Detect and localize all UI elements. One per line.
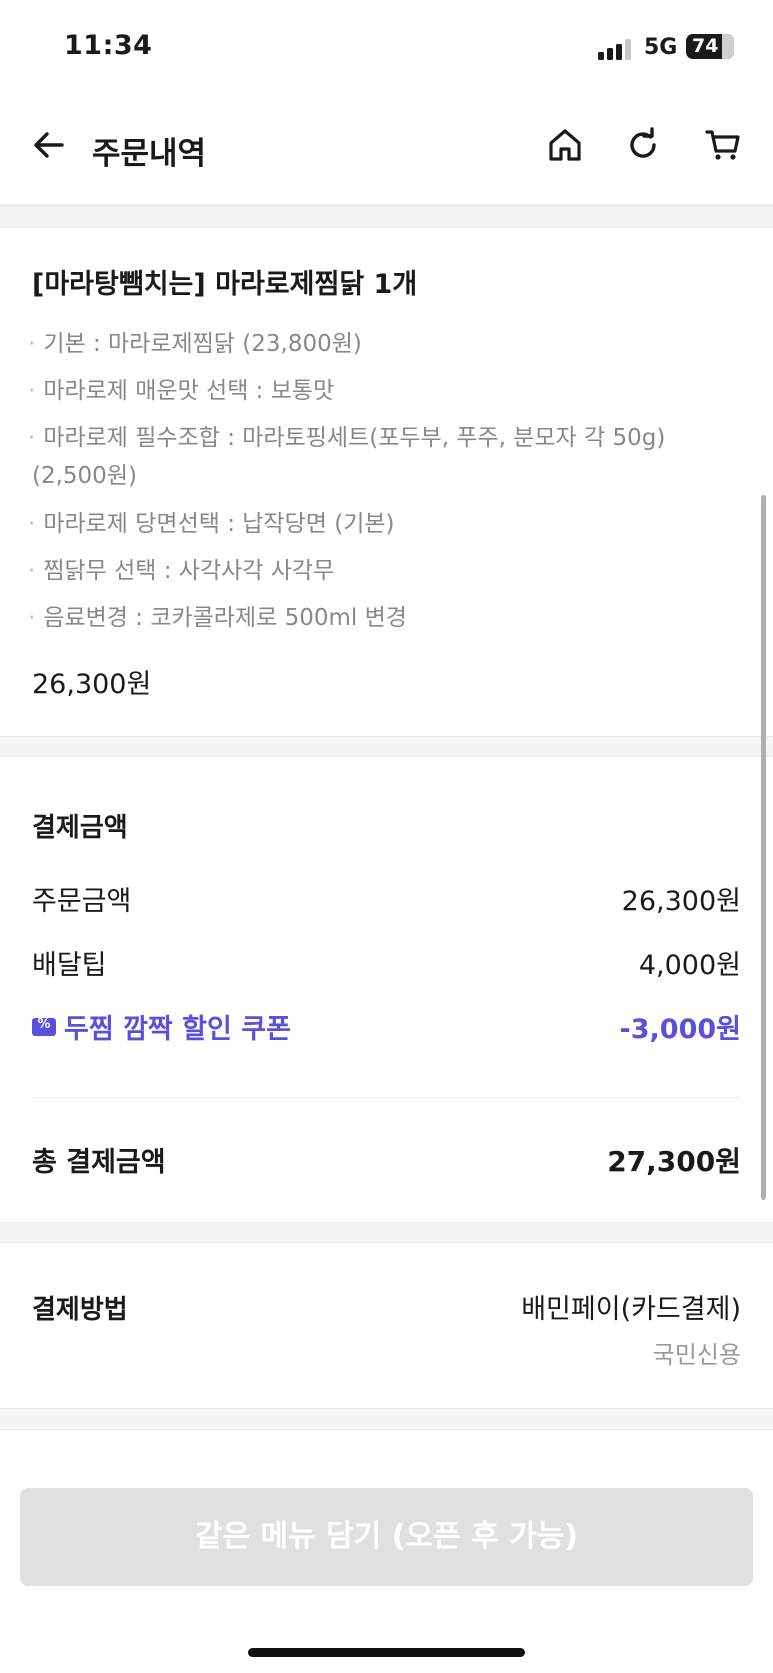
- section-gap: [0, 1222, 773, 1243]
- refresh-icon: [630, 127, 656, 158]
- status-time: 11:34: [64, 30, 153, 61]
- app-header: 주문내역: [0, 100, 773, 206]
- item-title: [마라탕뺌치는] 마라로제찜닭 1개: [32, 269, 418, 300]
- option-text: 마라로제 필수조합 : 마라토핑세트(포두부, 푸주, 분모자 각 50g): [43, 425, 666, 451]
- option-line: · 마라로제 필수조합 : 마라토핑세트(포두부, 푸주, 분모자 각 50g): [28, 425, 666, 451]
- option-line: · 음료변경 : 코카콜라제로 500ml 변경: [28, 605, 407, 631]
- option-text: 음료변경 : 코카콜라제로 500ml 변경: [43, 605, 407, 631]
- section-gap: [0, 1408, 773, 1430]
- payment-method-card: 결제방법 배민페이(카드결제) 국민신용: [0, 1243, 773, 1408]
- option-line: · 마라로제 매운맛 선택 : 보통맛: [28, 378, 335, 404]
- method-label: 결제방법: [32, 1295, 128, 1325]
- signal-icon: [598, 38, 632, 60]
- option-line: · 찜닭무 선택 : 사각사각 사각무: [28, 558, 335, 584]
- status-bar: 11:34 5G 74: [0, 0, 773, 100]
- option-text: 기본 : 마라로제찜닭 (23,800원): [43, 331, 362, 357]
- coupon-icon: [32, 1017, 56, 1036]
- coupon-row: 두찜 깜짝 할인 쿠폰 -3,000원: [32, 1007, 741, 1047]
- section-gap: [0, 736, 773, 757]
- method-sub: 국민신용: [652, 1341, 741, 1369]
- scrollbar[interactable]: [761, 495, 766, 1200]
- payment-summary-card: 결제금액 주문금액 26,300원 배달팁 4,000원 두찜 깜짝 할인 쿠폰…: [0, 757, 773, 1222]
- page-title: 주문내역: [92, 136, 207, 172]
- back-button[interactable]: [24, 120, 74, 170]
- divider: [32, 1097, 741, 1098]
- total-value: 27,300원: [607, 1145, 741, 1178]
- row-label: 배달팁: [32, 950, 107, 981]
- option-text: 마라로제 매운맛 선택 : 보통맛: [43, 378, 335, 404]
- row-value: 4,000원: [638, 950, 741, 981]
- order-amount-row: 주문금액 26,300원: [32, 879, 741, 919]
- home-icon: [549, 129, 581, 161]
- payment-title: 결제금액: [32, 813, 128, 843]
- coupon-label: 두찜 깜짝 할인 쿠폰: [64, 1014, 291, 1045]
- home-button[interactable]: [540, 120, 590, 170]
- cart-button[interactable]: [698, 120, 748, 170]
- back-arrow-icon: [34, 132, 64, 158]
- home-indicator[interactable]: [248, 1648, 525, 1657]
- row-value: -3,000원: [619, 1014, 741, 1045]
- cart-icon: [705, 130, 740, 160]
- row-label: 주문금액: [32, 886, 132, 917]
- network-type: 5G: [644, 35, 678, 60]
- delivery-tip-row: 배달팁 4,000원: [32, 943, 741, 983]
- row-value: 26,300원: [621, 886, 741, 917]
- method-value: 배민페이(카드결제): [521, 1294, 741, 1325]
- option-line-continued: (2,500원): [32, 463, 137, 489]
- order-item-card: [마라탕뺌치는] 마라로제찜닭 1개 · 기본 : 마라로제찜닭 (23,800원…: [0, 228, 773, 736]
- option-line: · 기본 : 마라로제찜닭 (23,800원): [28, 331, 362, 357]
- total-row: 총 결제금액 27,300원: [32, 1140, 741, 1180]
- item-price: 26,300원: [32, 669, 152, 700]
- option-line: · 마라로제 당면선택 : 납작당면 (기본): [28, 511, 395, 537]
- total-label: 총 결제금액: [32, 1147, 166, 1178]
- refresh-button[interactable]: [618, 120, 668, 170]
- battery-icon: 74: [686, 34, 734, 59]
- option-text: 마라로제 당면선택 : 납작당면 (기본): [43, 511, 395, 537]
- option-text: 찜닭무 선택 : 사각사각 사각무: [43, 558, 335, 584]
- battery-level: 74: [692, 35, 719, 57]
- section-gap: [0, 206, 773, 228]
- reorder-button[interactable]: 같은 메뉴 담기 (오픈 후 가능): [20, 1488, 753, 1586]
- row-label: 두찜 깜짝 할인 쿠폰: [32, 1007, 291, 1046]
